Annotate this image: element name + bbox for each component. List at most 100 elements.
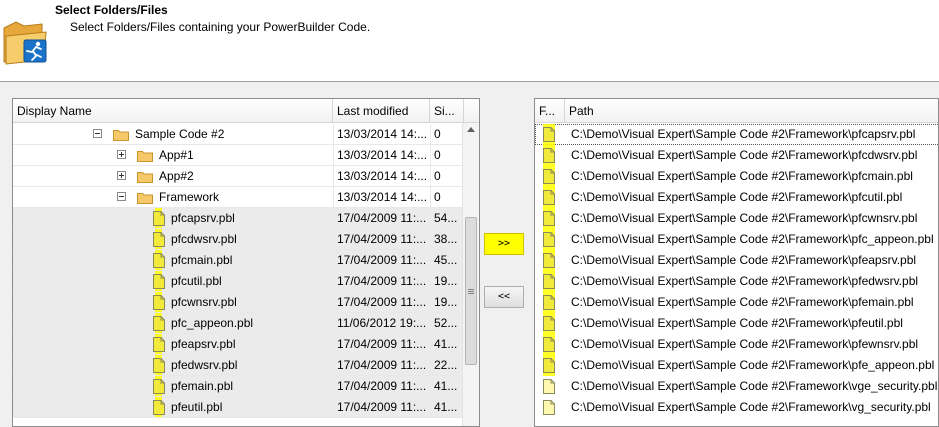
selected-file-row[interactable]: C:\Demo\Visual Expert\Sample Code #2\Fra… <box>535 187 938 208</box>
pbl-file-icon <box>543 211 555 226</box>
tree-row[interactable]: Sample Code #2 13/03/2014 14:... 0 <box>13 124 464 145</box>
selected-file-row[interactable]: C:\Demo\Visual Expert\Sample Code #2\Fra… <box>535 166 938 187</box>
tree-item-label: App#2 <box>159 169 194 183</box>
tree-row[interactable]: pfeutil.pbl 17/04/2009 11:... 41... <box>13 397 464 418</box>
tree-name-cell[interactable]: App#1 <box>13 145 333 166</box>
tree-row[interactable]: pfemain.pbl 17/04/2009 11:... 41... <box>13 376 464 397</box>
thumb-grip <box>468 289 474 290</box>
selected-file-row[interactable]: C:\Demo\Visual Expert\Sample Code #2\Fra… <box>535 250 938 271</box>
size-cell: 38... <box>430 229 464 250</box>
selected-file-row[interactable]: C:\Demo\Visual Expert\Sample Code #2\Fra… <box>535 355 938 376</box>
column-header-last-modified[interactable]: Last modified <box>333 99 430 123</box>
tree-row[interactable]: pfcwnsrv.pbl 17/04/2009 11:... 19... <box>13 292 464 313</box>
file-path-cell: C:\Demo\Visual Expert\Sample Code #2\Fra… <box>571 358 935 372</box>
file-path-cell: C:\Demo\Visual Expert\Sample Code #2\Fra… <box>571 337 919 351</box>
selected-file-row[interactable]: C:\Demo\Visual Expert\Sample Code #2\Fra… <box>535 124 938 145</box>
source-tree-list[interactable]: Display Name Last modified Si... Sample … <box>12 98 480 427</box>
size-cell: 41... <box>430 397 464 418</box>
selected-file-row[interactable]: C:\Demo\Visual Expert\Sample Code #2\Fra… <box>535 271 938 292</box>
collapse-icon[interactable] <box>93 129 102 138</box>
tree-item-label: App#1 <box>159 148 194 162</box>
pbl-file-icon <box>543 253 555 268</box>
tree-name-cell[interactable]: pfeapsrv.pbl <box>13 334 333 355</box>
selected-files-list[interactable]: F... Path C:\Demo\Visual Expert\Sample C… <box>534 98 939 427</box>
expand-icon[interactable] <box>117 150 126 159</box>
selected-file-row[interactable]: C:\Demo\Visual Expert\Sample Code #2\Fra… <box>535 334 938 355</box>
pbl-file-icon <box>153 337 165 352</box>
file-type-cell <box>535 187 565 208</box>
pbl-file-icon <box>543 358 555 373</box>
last-modified-cell: 17/04/2009 11:... <box>333 334 430 355</box>
tree-row[interactable]: Framework 13/03/2014 14:... 0 <box>13 187 464 208</box>
column-header-display-name[interactable]: Display Name <box>13 99 333 123</box>
tree-name-cell[interactable]: App#2 <box>13 166 333 187</box>
file-type-cell <box>535 397 565 418</box>
file-path-cell: C:\Demo\Visual Expert\Sample Code #2\Fra… <box>571 274 919 288</box>
tree-item-label: pfemain.pbl <box>171 379 234 393</box>
pbl-file-icon <box>153 211 165 226</box>
tree-name-cell[interactable]: Sample Code #2 <box>13 124 333 145</box>
tree-item-label: pfc_appeon.pbl <box>171 316 254 330</box>
tree-name-cell[interactable]: Framework <box>13 187 333 208</box>
expand-icon[interactable] <box>117 171 126 180</box>
selected-file-row[interactable]: C:\Demo\Visual Expert\Sample Code #2\Fra… <box>535 292 938 313</box>
add-selected-button[interactable]: >> <box>484 233 524 255</box>
file-path-cell: C:\Demo\Visual Expert\Sample Code #2\Fra… <box>571 400 931 414</box>
file-type-cell <box>535 229 565 250</box>
tree-name-cell[interactable]: pfc_appeon.pbl <box>13 313 333 334</box>
size-cell: 41... <box>430 334 464 355</box>
folder-icon <box>113 130 129 141</box>
last-modified-cell: 17/04/2009 11:... <box>333 271 430 292</box>
size-cell: 45... <box>430 250 464 271</box>
selected-file-row[interactable]: C:\Demo\Visual Expert\Sample Code #2\Fra… <box>535 376 938 397</box>
scrollbar-thumb[interactable] <box>465 217 477 365</box>
scroll-up-arrow-icon[interactable] <box>467 127 475 132</box>
size-cell: 52... <box>430 313 464 334</box>
selected-file-row[interactable]: C:\Demo\Visual Expert\Sample Code #2\Fra… <box>535 145 938 166</box>
last-modified-cell: 13/03/2014 14:... <box>333 187 430 208</box>
tree-row[interactable]: pfcutil.pbl 17/04/2009 11:... 19... <box>13 271 464 292</box>
file-type-cell <box>535 208 565 229</box>
pbl-file-icon <box>153 400 165 415</box>
tree-name-cell[interactable]: pfcdwsrv.pbl <box>13 229 333 250</box>
remove-selected-button[interactable]: << <box>484 286 524 308</box>
tree-name-cell[interactable]: pfeutil.pbl <box>13 397 333 418</box>
selected-file-row[interactable]: C:\Demo\Visual Expert\Sample Code #2\Fra… <box>535 208 938 229</box>
tree-item-label: pfeutil.pbl <box>171 400 223 414</box>
tree-row[interactable]: pfcmain.pbl 17/04/2009 11:... 45... <box>13 250 464 271</box>
tree-row[interactable]: pfedwsrv.pbl 17/04/2009 11:... 22... <box>13 355 464 376</box>
tree-row[interactable]: pfcapsrv.pbl 17/04/2009 11:... 54... <box>13 208 464 229</box>
size-cell: 54... <box>430 208 464 229</box>
wizard-header: Select Folders/Files Select Folders/File… <box>0 0 939 82</box>
tree-row[interactable]: App#2 13/03/2014 14:... 0 <box>13 166 464 187</box>
column-header-path[interactable]: Path <box>565 99 938 123</box>
tree-name-cell[interactable]: pfcmain.pbl <box>13 250 333 271</box>
selected-file-row[interactable]: C:\Demo\Visual Expert\Sample Code #2\Fra… <box>535 397 938 418</box>
last-modified-cell: 17/04/2009 11:... <box>333 250 430 271</box>
tree-name-cell[interactable]: pfcutil.pbl <box>13 271 333 292</box>
tree-name-cell[interactable]: pfcapsrv.pbl <box>13 208 333 229</box>
file-type-cell <box>535 271 565 292</box>
last-modified-cell: 17/04/2009 11:... <box>333 376 430 397</box>
tree-item-label: pfcutil.pbl <box>171 274 222 288</box>
tree-row[interactable]: pfeapsrv.pbl 17/04/2009 11:... 41... <box>13 334 464 355</box>
tree-row[interactable]: pfcdwsrv.pbl 17/04/2009 11:... 38... <box>13 229 464 250</box>
pbl-file-icon <box>153 274 165 289</box>
tree-name-cell[interactable]: pfedwsrv.pbl <box>13 355 333 376</box>
column-header-size[interactable]: Si... <box>430 99 464 123</box>
vertical-scrollbar[interactable] <box>462 123 479 426</box>
pbl-file-icon <box>543 127 555 142</box>
pbl-file-icon <box>153 232 165 247</box>
last-modified-cell: 17/04/2009 11:... <box>333 229 430 250</box>
selected-file-row[interactable]: C:\Demo\Visual Expert\Sample Code #2\Fra… <box>535 313 938 334</box>
last-modified-cell: 13/03/2014 14:... <box>333 145 430 166</box>
pbl-file-icon <box>543 169 555 184</box>
tree-row[interactable]: pfc_appeon.pbl 11/06/2012 19:... 52... <box>13 313 464 334</box>
column-header-file-type[interactable]: F... <box>535 99 565 123</box>
selected-file-row[interactable]: C:\Demo\Visual Expert\Sample Code #2\Fra… <box>535 229 938 250</box>
tree-row[interactable]: App#1 13/03/2014 14:... 0 <box>13 145 464 166</box>
tree-name-cell[interactable]: pfcwnsrv.pbl <box>13 292 333 313</box>
collapse-icon[interactable] <box>117 192 126 201</box>
tree-name-cell[interactable]: pfemain.pbl <box>13 376 333 397</box>
tree-item-label: pfcwnsrv.pbl <box>171 295 237 309</box>
